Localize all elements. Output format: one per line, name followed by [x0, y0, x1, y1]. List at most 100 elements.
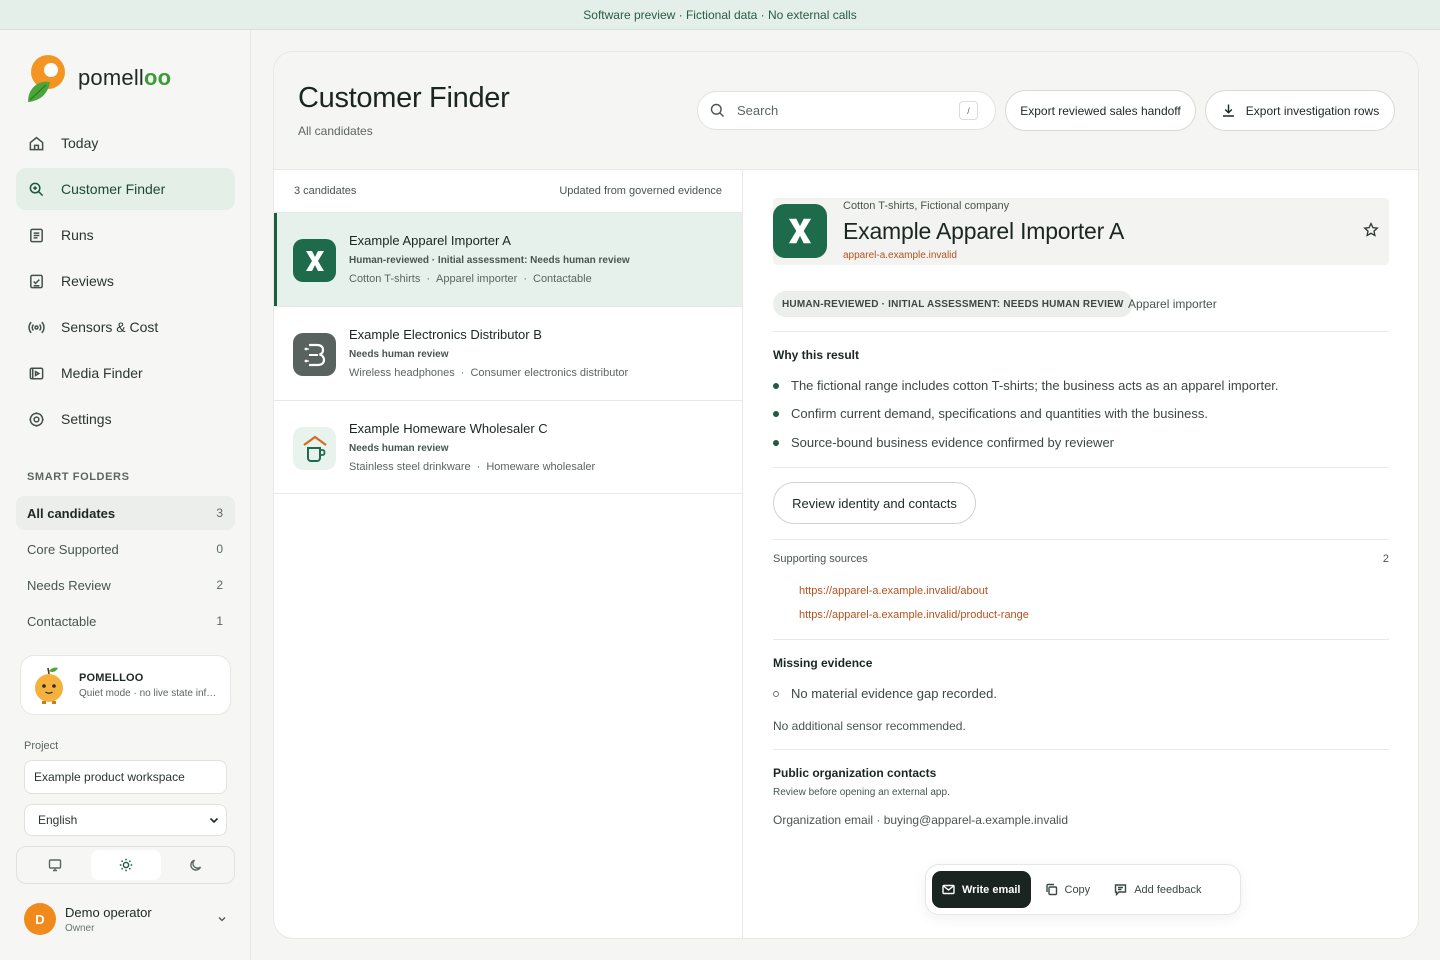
- project-input[interactable]: [24, 760, 227, 794]
- smart-folders-title: SMART FOLDERS: [27, 471, 130, 483]
- candidate-tags: Stainless steel drinkware · Homeware whole…: [349, 461, 596, 473]
- b-logo-icon: [293, 333, 336, 376]
- candidate-card[interactable]: Example Homeware Wholesaler C Needs huma…: [274, 400, 742, 494]
- contacts-note: Review before opening an external app.: [773, 787, 950, 798]
- candidate-name: Example Homeware Wholesaler C: [349, 421, 548, 436]
- tag: Consumer electronics distributor: [470, 367, 629, 379]
- broadcast-icon: [28, 321, 45, 333]
- copy-button[interactable]: Copy: [1035, 871, 1101, 908]
- smart-folder-all-candidates[interactable]: All candidates 3: [16, 496, 235, 530]
- theme-switch: [16, 846, 235, 884]
- list-meta: 3 candidates Updated from governed evide…: [274, 170, 742, 212]
- candidate-card[interactable]: Example Electronics Distributor B Needs …: [274, 306, 742, 400]
- search-icon: [710, 103, 724, 117]
- write-email-button[interactable]: Write email: [932, 871, 1031, 908]
- gear-icon: [29, 411, 44, 427]
- nav-label: Media Finder: [61, 365, 143, 381]
- star-icon[interactable]: [1363, 222, 1379, 238]
- smart-folder-count: 3: [216, 506, 223, 520]
- mascot-name: POMELLOO: [79, 671, 144, 684]
- nav-item-reviews[interactable]: Reviews: [16, 260, 235, 302]
- candidate-tags: Cotton T-shirts · Apparel importer · Contact…: [349, 273, 592, 285]
- smart-folders-list: All candidates 3 Core Supported 0 Needs …: [16, 496, 235, 640]
- tag: Apparel importer: [436, 273, 518, 285]
- media-icon: [29, 367, 44, 379]
- bullet-dot: [773, 382, 779, 389]
- source-link[interactable]: https://apparel-a.example.invalid/produc…: [799, 609, 1029, 621]
- nav-item-today[interactable]: Today: [16, 122, 235, 164]
- project-label: Project: [24, 740, 59, 752]
- user-name: Demo operator: [65, 904, 152, 920]
- bullet-dot: [773, 439, 779, 446]
- nav-label: Today: [61, 135, 99, 151]
- detail-domain-link[interactable]: apparel-a.example.invalid: [843, 250, 957, 261]
- candidate-card[interactable]: Example Apparel Importer A Human-reviewe…: [274, 212, 742, 307]
- nav-item-runs[interactable]: Runs: [16, 214, 235, 256]
- language-select[interactable]: English: [24, 804, 227, 836]
- brand-logo[interactable]: pomelloo: [24, 52, 171, 104]
- nav-label: Sensors & Cost: [61, 319, 159, 335]
- candidate-name: Example Electronics Distributor B: [349, 327, 542, 342]
- review-identity-button[interactable]: Review identity and contacts: [773, 482, 976, 524]
- tag: Contactable: [533, 273, 592, 285]
- smart-folder-count: 1: [216, 614, 223, 628]
- why-title: Why this result: [773, 348, 860, 362]
- mail-icon: [942, 884, 955, 895]
- preview-banner: Software preview · Fictional data · No e…: [0, 0, 1440, 30]
- candidate-name: Example Apparel Importer A: [349, 233, 511, 248]
- source-link[interactable]: https://apparel-a.example.invalid/about: [799, 585, 988, 597]
- export-sales-handoff-button[interactable]: Export reviewed sales handoff: [1005, 90, 1196, 131]
- mascot-card[interactable]: POMELLOO Quiet mode · no live state infe…: [20, 655, 231, 715]
- copy-icon: [1045, 883, 1057, 896]
- why-text: Confirm current demand, specifications a…: [791, 406, 1208, 421]
- theme-option-dark[interactable]: [161, 850, 231, 880]
- sidebar: pomelloo Today Customer Finder Runs Revi…: [0, 30, 251, 960]
- cup-logo-icon: [293, 427, 336, 470]
- smart-folder-count: 2: [216, 578, 223, 592]
- sources-count: 2: [1382, 553, 1389, 565]
- contact-email[interactable]: Organization email · buying@apparel-a.ex…: [773, 813, 1068, 827]
- add-feedback-button[interactable]: Add feedback: [1104, 871, 1211, 908]
- detail-header: Cotton T-shirts, Fictional company Examp…: [773, 198, 1389, 265]
- mascot-icon: [35, 667, 63, 704]
- why-text: The fictional range includes cotton T-sh…: [791, 378, 1279, 393]
- smart-folder-needs-review[interactable]: Needs Review 2: [16, 568, 235, 602]
- search-shortcut-key: /: [959, 101, 978, 120]
- user-role: Owner: [65, 922, 95, 934]
- search-input[interactable]: [737, 103, 947, 118]
- button-label: Export investigation rows: [1245, 103, 1380, 118]
- why-item: Source-bound business evidence confirmed…: [773, 435, 1114, 450]
- home-icon: [29, 136, 44, 150]
- candidate-status: Needs human review: [349, 443, 449, 454]
- smart-folder-label: Core Supported: [27, 541, 119, 557]
- business-role: Apparel importer: [1128, 297, 1217, 311]
- sources-label: Supporting sources: [773, 553, 868, 565]
- language-value: English: [38, 813, 78, 827]
- page-subtitle: All candidates: [298, 124, 373, 138]
- monitor-icon: [48, 859, 62, 872]
- nav-item-media-finder[interactable]: Media Finder: [16, 352, 235, 394]
- search-box[interactable]: /: [697, 91, 996, 130]
- nav-item-sensors-cost[interactable]: Sensors & Cost: [16, 306, 235, 348]
- nav-item-settings[interactable]: Settings: [16, 398, 235, 440]
- smart-folder-core-supported[interactable]: Core Supported 0: [16, 532, 235, 566]
- nav-item-customer-finder[interactable]: Customer Finder: [16, 168, 235, 210]
- missing-evidence-text: No material evidence gap recorded.: [791, 686, 997, 701]
- nav-label: Reviews: [61, 273, 114, 289]
- smart-folder-contactable[interactable]: Contactable 1: [16, 604, 235, 638]
- updated-note: Updated from governed evidence: [559, 185, 722, 197]
- tag: Stainless steel drinkware: [349, 461, 471, 473]
- missing-evidence-item: No material evidence gap recorded.: [773, 686, 997, 701]
- user-menu[interactable]: D Demo operator Owner: [24, 902, 227, 936]
- nav-label: Runs: [61, 227, 94, 243]
- theme-option-light[interactable]: [90, 850, 161, 880]
- page-header: Customer Finder All candidates / Export …: [274, 52, 1418, 170]
- page-title: Customer Finder: [298, 82, 510, 114]
- smart-folder-label: Needs Review: [27, 577, 111, 593]
- detail-company-name: Example Apparel Importer A: [843, 218, 1125, 244]
- x-logo-icon: [293, 239, 336, 282]
- search-zoom-icon: [29, 182, 44, 196]
- export-investigation-rows-button[interactable]: Export investigation rows: [1205, 90, 1395, 131]
- theme-option-system[interactable]: [20, 850, 90, 880]
- candidate-tags: Wireless headphones · Consumer electronics…: [349, 367, 629, 379]
